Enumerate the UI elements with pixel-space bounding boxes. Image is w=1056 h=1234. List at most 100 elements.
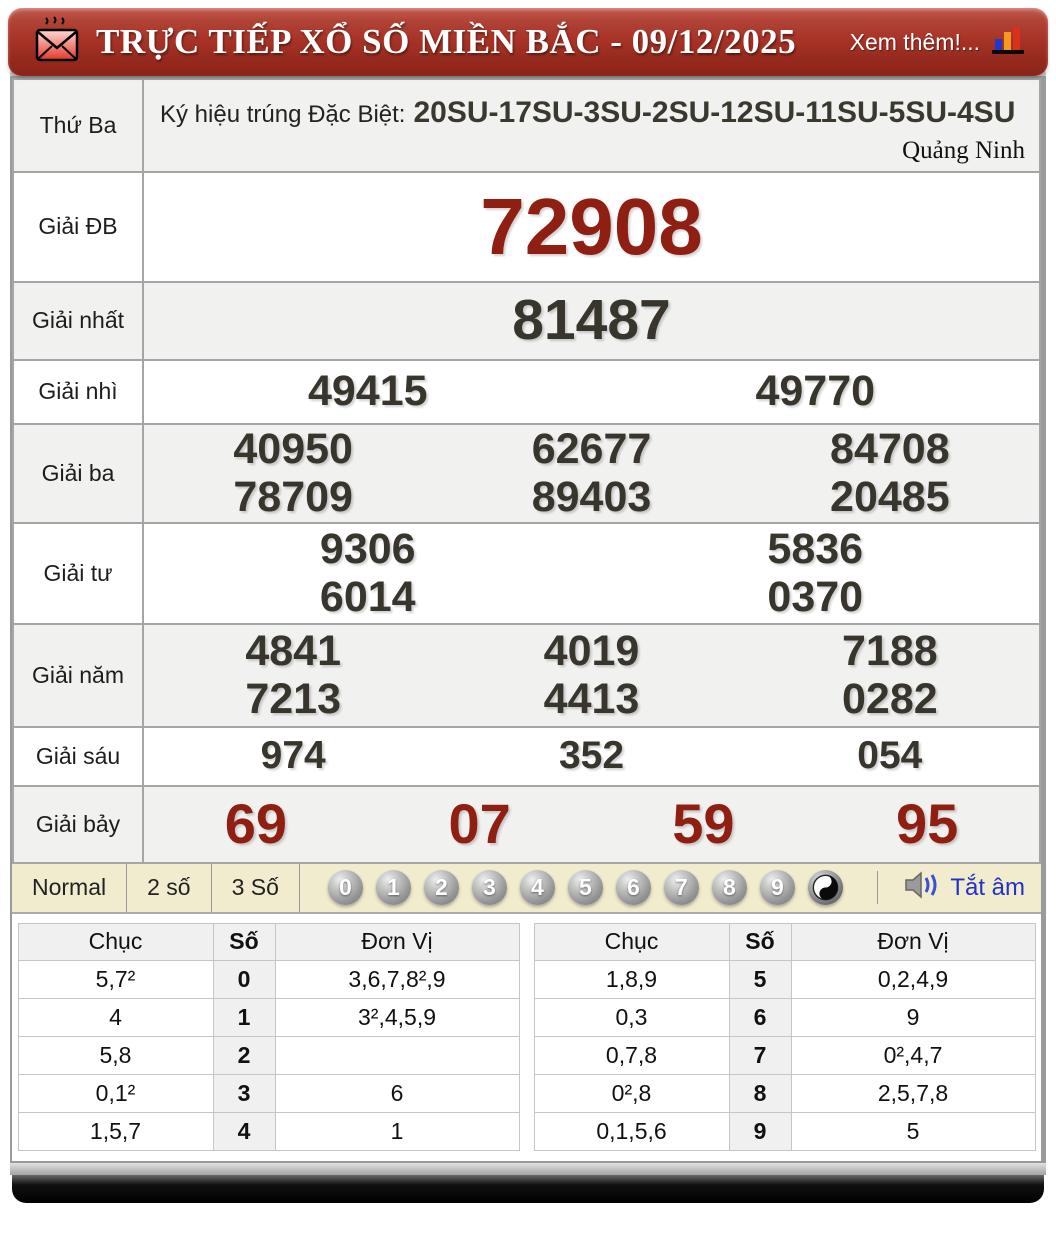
prize-number: 69 (224, 791, 288, 855)
so-cell: 1 (212, 997, 276, 1037)
chuc-cell: 0,3 (533, 997, 730, 1037)
so-cell: 9 (728, 1111, 792, 1151)
table-row: 5,8 2 (17, 1035, 520, 1075)
chuc-cell: 0,7,8 (533, 1035, 730, 1075)
prize-label: Giải năm (12, 622, 144, 728)
table-row: 1,5,7 4 1 (17, 1111, 520, 1151)
donvi-cell: 0²,4,7 (790, 1035, 1036, 1075)
so-cell: 4 (212, 1111, 276, 1151)
prize-number: 49770 (755, 367, 876, 416)
chuc-cell: 0²,8 (533, 1073, 730, 1113)
prize-number: 95 (895, 791, 959, 855)
speaker-icon (904, 870, 940, 905)
digit-balls: 0 1 2 3 4 5 6 7 8 9 (327, 870, 843, 905)
so-cell: 6 (728, 997, 792, 1037)
mute-label: Tắt âm (950, 873, 1025, 901)
digit-ball-9[interactable]: 9 (759, 870, 795, 905)
prize-number: 0282 (841, 675, 938, 723)
prize-number: 20485 (830, 473, 950, 521)
chuc-cell: 5,8 (17, 1035, 214, 1075)
col-header-chuc: Chục (17, 922, 214, 961)
col-header-donvi: Đơn Vị (274, 922, 520, 961)
prize-number: 81487 (512, 287, 671, 352)
page-title: TRỰC TIẾP XỔ SỐ MIỀN BẮC - 09/12/2025 (96, 22, 797, 61)
digit-ball-5[interactable]: 5 (567, 870, 603, 905)
table-row: Giải ba 40950 62677 84708 78709 89403 20… (12, 422, 1041, 524)
results-frame: Thứ Ba Ký hiệu trúng Đặc Biệt: 20SU-17SU-… (10, 76, 1046, 1163)
so-cell: 8 (728, 1073, 792, 1113)
prize-number: 0370 (767, 573, 864, 621)
donvi-cell: 2,5,7,8 (790, 1073, 1036, 1113)
day-label: Thứ Ba (12, 78, 144, 173)
digit-ball-2[interactable]: 2 (423, 870, 459, 905)
donvi-cell (274, 1035, 520, 1075)
digit-ball-0[interactable]: 0 (327, 870, 363, 905)
stats-table-right: Chục Số Đơn Vị 1,8,9 5 0,2,4,9 0,3 6 9 0… (533, 922, 1036, 1151)
digit-ball-3[interactable]: 3 (471, 870, 507, 905)
prize-number: 6014 (319, 573, 416, 621)
digit-ball-6[interactable]: 6 (615, 870, 651, 905)
chuc-cell: 1,5,7 (17, 1111, 214, 1151)
table-row: 0²,8 8 2,5,7,8 (533, 1073, 1036, 1113)
symbol-prefix: Ký hiệu trúng Đặc Biệt: (160, 101, 406, 128)
col-header-so: Số (212, 922, 276, 961)
prize-number: 4019 (543, 626, 640, 675)
donvi-cell: 3²,4,5,9 (274, 997, 520, 1037)
table-row: 0,1² 3 6 (17, 1073, 520, 1113)
digit-ball-7[interactable]: 7 (663, 870, 699, 905)
prize-number: 9306 (319, 524, 416, 573)
table-row: 0,3 6 9 (533, 997, 1036, 1037)
prize-number: 5836 (767, 524, 864, 573)
prize-number: 84708 (830, 424, 950, 473)
donvi-cell: 5 (790, 1111, 1036, 1151)
prize-number: 62677 (531, 424, 652, 473)
prize-number: 4413 (543, 675, 640, 723)
so-cell: 2 (212, 1035, 276, 1075)
mode-normal-button[interactable]: Normal (12, 863, 128, 912)
donvi-cell: 0,2,4,9 (790, 959, 1036, 999)
control-bar: Normal 2 số 3 Số 0 1 2 3 4 5 6 7 8 9 Tắt… (12, 863, 1041, 914)
donvi-cell: 1 (274, 1111, 520, 1151)
col-header-donvi: Đơn Vị (790, 922, 1036, 961)
table-row: 0,1,5,6 9 5 (533, 1111, 1036, 1151)
bar-chart-icon[interactable] (992, 25, 1026, 60)
donvi-cell: 9 (790, 997, 1036, 1037)
chuc-cell: 0,1² (17, 1073, 214, 1113)
digit-ball-4[interactable]: 4 (519, 870, 555, 905)
mode-group: Normal 2 số 3 Số (12, 863, 300, 912)
prize-number: 49415 (307, 367, 428, 416)
symbol-value: 20SU-17SU-3SU-2SU-12SU-11SU-5SU-4SU (413, 96, 1016, 129)
mute-button[interactable]: Tắt âm (877, 870, 1025, 905)
mode-2so-button[interactable]: 2 số (127, 863, 212, 912)
table-row: Chục Số Đơn Vị (17, 922, 520, 961)
footer-gray-band (10, 1162, 1046, 1175)
prize-label: Giải tư (12, 521, 144, 625)
prize-number: 07 (448, 791, 511, 855)
yin-yang-icon[interactable] (807, 870, 843, 905)
so-cell: 5 (728, 959, 792, 999)
digit-ball-1[interactable]: 1 (375, 870, 411, 905)
table-row: Giải sáu 974 352 054 (12, 725, 1041, 787)
table-row: 1,8,9 5 0,2,4,9 (533, 959, 1036, 999)
chuc-cell: 4 (17, 997, 214, 1037)
table-row: 4 1 3²,4,5,9 (17, 997, 520, 1037)
so-cell: 3 (212, 1073, 276, 1113)
prize-number: 59 (672, 791, 735, 855)
digit-ball-8[interactable]: 8 (711, 870, 747, 905)
prize-label: Giải ba (12, 422, 144, 524)
prize-number: 974 (260, 734, 326, 778)
prize-label: Giải sáu (12, 725, 144, 787)
see-more-link[interactable]: Xem thêm!... (850, 29, 980, 56)
table-row: Giải tư 9306 5836 6014 0370 (12, 521, 1041, 625)
col-header-chuc: Chục (533, 922, 730, 961)
prize-label: Giải bảy (12, 784, 144, 864)
lottery-page: TRỰC TIẾP XỔ SỐ MIỀN BẮC - 09/12/2025 Xe… (0, 0, 1056, 1203)
table-row: 0,7,8 7 0²,4,7 (533, 1035, 1036, 1075)
footer-black-bar (12, 1174, 1044, 1203)
table-row: Giải nhì 49415 49770 (12, 358, 1041, 425)
donvi-cell: 3,6,7,8²,9 (274, 959, 520, 999)
table-row: Thứ Ba Ký hiệu trúng Đặc Biệt: 20SU-17SU-… (12, 78, 1041, 173)
header-bar: TRỰC TIẾP XỔ SỐ MIỀN BẮC - 09/12/2025 Xe… (8, 8, 1048, 76)
donvi-cell: 6 (274, 1073, 520, 1113)
mode-3so-button[interactable]: 3 Số (212, 863, 300, 912)
